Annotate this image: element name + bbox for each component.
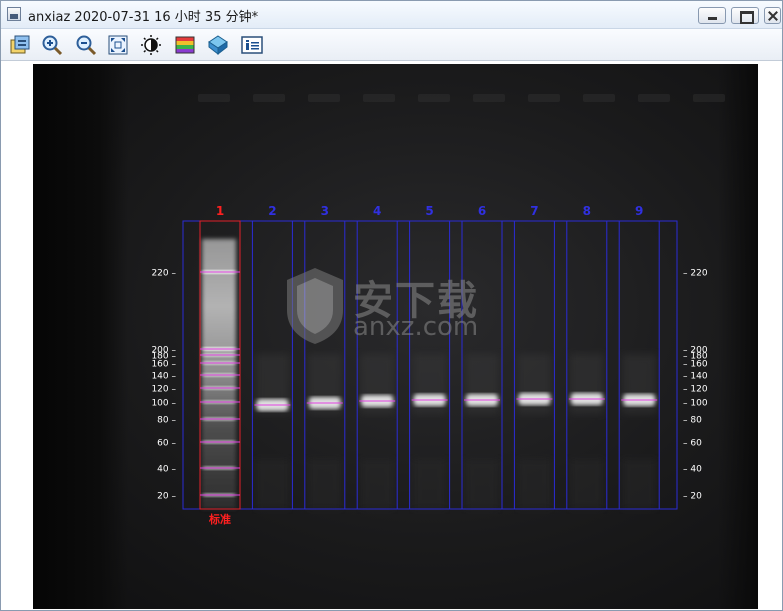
gel-well [528,94,560,102]
app-icon[interactable] [7,7,21,21]
lane-label-3: 3 [321,204,329,218]
right-scale-label: – 40 [683,465,702,475]
maximize-button[interactable] [731,7,759,24]
lane-smear [255,459,290,509]
gel-well [363,94,395,102]
left-scale-label: 60 – [157,439,176,449]
left-scale-label: 160 – [151,360,176,370]
application-window: anxiaz 2020-07-31 16 小时 35 分钟* 220 – 200… [0,0,783,611]
gel-well [198,94,230,102]
left-scale-label: 120 – [151,385,176,395]
lane-label-4: 4 [373,204,381,218]
window-title: anxiaz 2020-07-31 16 小时 35 分钟* [28,10,259,25]
lane-label-6: 6 [478,204,486,218]
left-scale-label: 220 – [151,269,176,279]
gel-well [583,94,615,102]
left-scale-label: 40 – [157,465,176,475]
right-scale-label: – 100 [683,399,708,409]
brightness-contrast-icon[interactable] [138,33,164,57]
lane-label-9: 9 [635,204,643,218]
right-scale-label: – 20 [683,492,702,502]
zoom-out-icon[interactable] [73,33,99,57]
gel-well [308,94,340,102]
left-scale-label: 20 – [157,492,176,502]
gel-well [693,94,725,102]
image-select-tool-icon[interactable] [7,33,33,57]
gel-well [473,94,505,102]
lane-label-8: 8 [583,204,591,218]
left-scale-label: 80 – [157,416,176,426]
gel-well [418,94,450,102]
right-scale-label: – 220 [683,269,708,279]
gel-well [253,94,285,102]
right-scale-label: – 120 [683,385,708,395]
right-scale-label: – 140 [683,372,708,382]
zoom-in-icon[interactable] [39,33,65,57]
right-scale-label: – 60 [683,439,702,449]
right-scale-label: – 80 [683,416,702,426]
toolbar [1,29,782,61]
watermark-shield-icon [287,268,343,344]
title-bar[interactable]: anxiaz 2020-07-31 16 小时 35 分钟* [1,1,782,29]
left-scale-label: 140 – [151,372,176,382]
minimize-button[interactable] [698,7,726,24]
gel-well [638,94,670,102]
lane-label-1: 1 [216,204,224,218]
watermark: 安下载 anxz.com [283,264,513,354]
lane-label-5: 5 [425,204,433,218]
cube-3d-icon[interactable] [205,33,231,57]
close-button[interactable] [764,7,781,24]
watermark-sub-text: anxz.com [353,312,479,342]
lane-label-7: 7 [530,204,538,218]
fit-to-window-icon[interactable] [105,33,131,57]
gel-image-viewer[interactable]: 220 –200 –180 –160 –140 –120 –100 –80 –6… [33,64,758,609]
right-scale-label: – 160 [683,360,708,370]
lane-smear [412,459,447,509]
lane-smear [517,459,552,509]
lane-smear [360,459,395,509]
lane-smear [465,459,499,509]
info-icon[interactable] [238,33,264,57]
lane-smear [622,459,657,509]
lane-smear [307,459,342,509]
lane-smear [569,459,604,509]
color-palette-icon[interactable] [172,33,198,57]
standard-label: 标准 [208,512,231,526]
lane-label-2: 2 [268,204,276,218]
left-scale-label: 100 – [151,399,176,409]
